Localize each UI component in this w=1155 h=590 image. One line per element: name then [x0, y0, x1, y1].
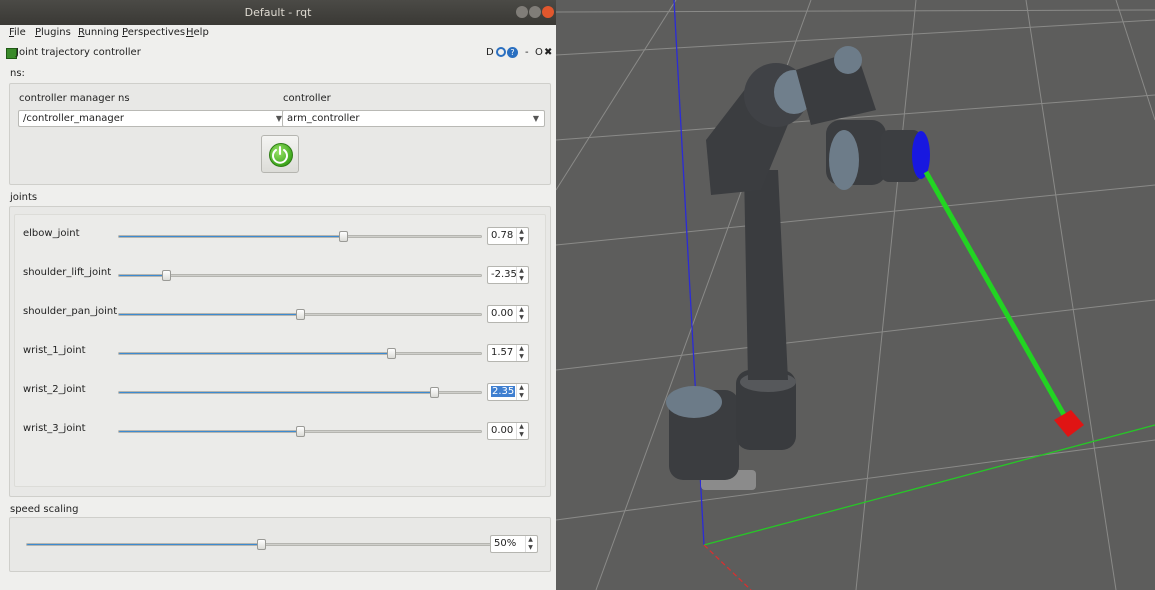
joint-slider-fill [119, 275, 167, 276]
controller-select[interactable]: arm_controller ▼ [282, 110, 545, 127]
joint-name-label: shoulder_pan_joint [23, 306, 118, 317]
speed-scaling-label: speed scaling [10, 504, 79, 515]
joint-slider-fill [119, 353, 391, 354]
joints-label: joints [10, 192, 38, 203]
robot-scene [556, 0, 1155, 590]
speed-scaling-group: 50% ▲ ▼ [9, 517, 551, 572]
spin-arrows-icon[interactable]: ▲ ▼ [516, 345, 526, 361]
joint-slider[interactable] [118, 426, 482, 437]
joint-slider[interactable] [118, 231, 482, 242]
joint-name-label: wrist_1_joint [23, 345, 86, 356]
speed-scaling-fill [27, 544, 261, 545]
menu-file[interactable]: File [9, 27, 26, 38]
joint-value-spinbox[interactable]: 0.00 ▲ ▼ [487, 422, 529, 440]
tool-direction-arrow [923, 170, 1071, 424]
float-plugin-button[interactable]: O [535, 47, 543, 58]
joint-name-label: shoulder_lift_joint [23, 267, 112, 278]
help-icon[interactable]: ? [507, 47, 518, 58]
joint-slider[interactable] [118, 348, 482, 359]
robot-arm [666, 46, 930, 490]
spin-arrows-icon[interactable]: ▲ ▼ [516, 306, 526, 322]
joint-value[interactable]: 0.78 [491, 230, 513, 241]
joint-slider[interactable] [118, 387, 482, 398]
close-button[interactable] [542, 6, 554, 18]
maximize-button[interactable] [529, 6, 541, 18]
joint-slider-handle[interactable] [386, 348, 396, 359]
power-symbol-icon [272, 146, 288, 164]
joint-value[interactable]: 2.35 [491, 386, 516, 397]
joint-value[interactable]: 1.57 [491, 347, 513, 358]
spin-arrows-icon[interactable]: ▲ ▼ [516, 228, 526, 244]
ns-label: ns: [10, 68, 25, 79]
joints-inner [14, 214, 546, 487]
plugin-dock-button[interactable]: D [486, 47, 494, 58]
spin-arrows-icon[interactable]: ▲ ▼ [516, 267, 526, 283]
speed-scaling-handle[interactable] [257, 539, 266, 550]
spin-arrows-icon[interactable]: ▲ ▼ [516, 384, 526, 400]
joint-value[interactable]: 0.00 [491, 308, 513, 319]
rqt-window: Default - rqt File Plugins Running Persp… [0, 0, 556, 590]
controller-manager-select[interactable]: /controller_manager ▼ [18, 110, 288, 127]
joint-slider[interactable] [118, 309, 482, 320]
x-axis-line [703, 544, 752, 590]
refresh-icon[interactable] [496, 47, 506, 57]
joint-slider-fill [119, 236, 344, 237]
title-bar: Default - rqt [0, 0, 556, 25]
joint-slider-handle[interactable] [429, 387, 439, 398]
menu-perspectives[interactable]: Perspectives [122, 27, 185, 38]
joint-value-spinbox[interactable]: 0.00 ▲ ▼ [487, 305, 529, 323]
joint-value-spinbox[interactable]: 1.57 ▲ ▼ [487, 344, 529, 362]
joint-slider-fill [119, 392, 434, 393]
power-button[interactable] [261, 135, 299, 173]
speed-scaling-slider[interactable] [26, 539, 496, 550]
joint-slider-handle[interactable] [162, 270, 172, 281]
minimize-button[interactable] [516, 6, 528, 18]
menu-running[interactable]: Running [78, 27, 119, 38]
joint-slider-handle[interactable] [296, 309, 305, 320]
chevron-down-icon: ▼ [532, 114, 539, 123]
joint-slider-handle[interactable] [339, 231, 349, 242]
joint-slider[interactable] [118, 270, 482, 281]
speed-scaling-spinbox[interactable]: 50% ▲ ▼ [490, 535, 538, 553]
menu-help[interactable]: Help [186, 27, 209, 38]
joint-name-label: wrist_3_joint [23, 423, 86, 434]
minimize-plugin-button[interactable]: - [525, 47, 529, 58]
joint-name-label: elbow_joint [23, 228, 80, 239]
joint-value-spinbox[interactable]: -2.35 ▲ ▼ [487, 266, 529, 284]
spin-arrows-icon[interactable]: ▲ ▼ [525, 536, 535, 552]
controller-label: controller [283, 93, 331, 104]
controller-manager-label: controller manager ns [19, 93, 130, 104]
plugin-header: Joint trajectory controller D ? - O ✖ [0, 44, 556, 62]
joint-slider-fill [119, 314, 300, 315]
joint-value[interactable]: 0.00 [491, 425, 513, 436]
joint-value[interactable]: -2.35 [491, 269, 517, 280]
spin-arrows-icon[interactable]: ▲ ▼ [516, 423, 526, 439]
robot-3d-viewport[interactable] [556, 0, 1155, 590]
close-plugin-icon[interactable]: ✖ [544, 47, 552, 58]
joint-slider-handle[interactable] [296, 426, 305, 437]
plugin-title: Joint trajectory controller [16, 47, 141, 58]
menu-plugins[interactable]: Plugins [35, 27, 71, 38]
window-title: Default - rqt [244, 6, 312, 19]
joint-value-spinbox[interactable]: 0.78 ▲ ▼ [487, 227, 529, 245]
joint-slider-fill [119, 431, 300, 432]
joint-name-label: wrist_2_joint [23, 384, 86, 395]
joint-value-spinbox[interactable]: 2.35 ▲ ▼ [487, 383, 529, 401]
menu-bar: File Plugins Running Perspectives Help [0, 25, 556, 43]
goal-marker [1054, 410, 1084, 437]
